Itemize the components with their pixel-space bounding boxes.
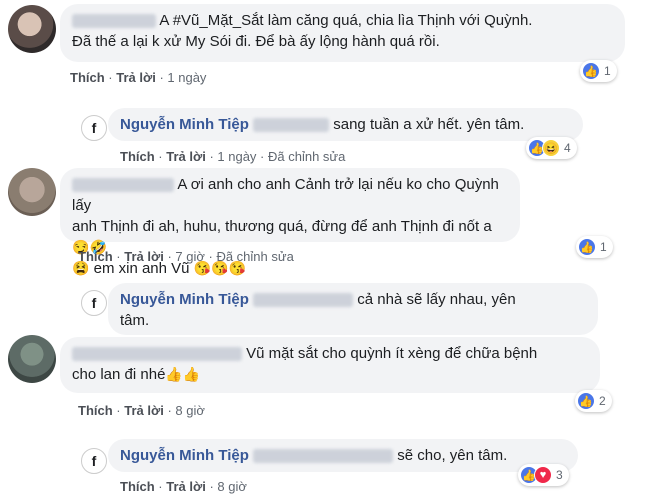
like-link[interactable]: Thích	[120, 479, 155, 494]
like-link[interactable]: Thích	[78, 249, 113, 264]
comment-text: Vũ mặt sắt cho quỳnh ít xèng để chữa bện…	[72, 343, 588, 364]
reply-link[interactable]: Trả lời	[166, 149, 206, 164]
reply-link[interactable]: Trả lời	[124, 249, 164, 264]
thumbs-up-icon: 👍	[577, 392, 595, 410]
reaction-summary[interactable]: 👍 2	[575, 390, 612, 412]
redacted-name	[253, 449, 394, 464]
thumbs-up-hand-icon: 👍👍	[165, 366, 201, 382]
reaction-summary[interactable]: 👍 😆 4	[526, 137, 577, 159]
comment-actions: Thích · Trả lời · 8 giờ	[78, 403, 205, 418]
author-avatar[interactable]: f	[81, 115, 107, 141]
timestamp[interactable]: 8 giờ	[175, 403, 205, 418]
redacted-name	[253, 118, 330, 133]
reply-link[interactable]: Trả lời	[124, 403, 164, 418]
comment-bubble: Vũ mặt sắt cho quỳnh ít xèng để chữa bện…	[60, 337, 600, 393]
commenter-avatar[interactable]	[8, 335, 56, 383]
reply-bubble: Nguyễn Minh Tiệp sang tuần a xử hết. yên…	[108, 108, 583, 141]
comment-text: A ơi anh cho anh Cảnh trở lại nếu ko cho…	[72, 176, 499, 214]
comment-text: Đã thế a lại k xử My Sói đi. Để bà ấy lộ…	[72, 33, 440, 50]
timestamp[interactable]: 1 ngày	[167, 70, 206, 85]
reaction-summary[interactable]: 👍 1	[580, 60, 617, 82]
comment-bubble: A #Vũ_Mặt_Sắt làm căng quá, chia lìa Thị…	[60, 4, 625, 62]
timestamp[interactable]: 7 giờ	[175, 249, 205, 264]
comment-bubble: A ơi anh cho anh Cảnh trở lại nếu ko cho…	[60, 168, 520, 277]
like-link[interactable]: Thích	[70, 70, 105, 85]
commenter-avatar[interactable]	[8, 5, 56, 53]
timestamp[interactable]: 1 ngày	[217, 149, 256, 164]
author-avatar[interactable]: f	[81, 290, 107, 316]
thumbs-up-icon: 👍	[582, 62, 600, 80]
commenter-avatar[interactable]	[8, 168, 56, 216]
reply-link[interactable]: Trả lời	[166, 479, 206, 494]
reply-link[interactable]: Trả lời	[116, 70, 156, 85]
comment-text: A #Vũ_Mặt_Sắt làm căng quá, chia lìa Thị…	[72, 10, 613, 31]
comment-actions: Thích · Trả lời · 1 ngày	[70, 70, 207, 85]
reaction-summary[interactable]: 👍 1	[576, 236, 613, 258]
redacted-name	[72, 14, 156, 29]
redacted-name	[72, 347, 242, 362]
heart-icon: ♥	[534, 466, 552, 484]
reply-bubble: Nguyễn Minh Tiệp sẽ cho, yên tâm.	[108, 439, 578, 472]
edited-label[interactable]: Đã chỉnh sửa	[268, 149, 345, 164]
edited-label[interactable]: Đã chỉnh sửa	[216, 249, 293, 264]
like-link[interactable]: Thích	[78, 403, 113, 418]
author-avatar[interactable]: f	[81, 448, 107, 474]
like-link[interactable]: Thích	[120, 149, 155, 164]
author-name[interactable]: Nguyễn Minh Tiệp	[120, 116, 249, 133]
comment-actions: Thích · Trả lời · 7 giờ · Đã chỉnh sửa	[78, 249, 294, 264]
timestamp[interactable]: 8 giờ	[217, 479, 247, 494]
laughing-face-icon: 😆	[542, 139, 560, 157]
thumbs-up-icon: 👍	[578, 238, 596, 256]
reply-actions: Thích · Trả lời · 8 giờ	[120, 479, 247, 494]
author-name[interactable]: Nguyễn Minh Tiệp	[120, 291, 249, 308]
reply-actions: Thích · Trả lời · 1 ngày · Đã chỉnh sửa	[120, 149, 346, 164]
reply-bubble: Nguyễn Minh Tiệp cả nhà sẽ lấy nhau, yên…	[108, 283, 598, 335]
comment-text: cho lan đi nhé👍👍	[72, 366, 201, 383]
author-name[interactable]: Nguyễn Minh Tiệp	[120, 447, 249, 464]
redacted-name	[72, 178, 174, 193]
redacted-name	[253, 293, 354, 308]
reaction-summary[interactable]: 👍 ♥ 3	[518, 464, 569, 486]
